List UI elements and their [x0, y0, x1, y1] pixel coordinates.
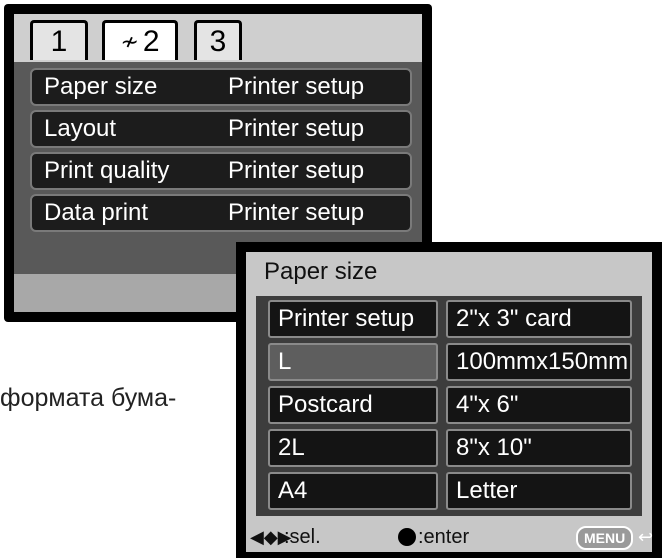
enter-button-icon [398, 528, 416, 546]
menu-row-print-quality[interactable]: Print quality Printer setup [30, 152, 412, 190]
menu-row-value: Printer setup [228, 73, 365, 100]
menu-button[interactable]: MENU [576, 526, 634, 550]
menu-row-value: Printer setup [228, 157, 365, 184]
paper-size-grid: Printer setup L Postcard 2L A4 2"x 3" ca… [256, 296, 642, 516]
tab-1[interactable]: 1 [30, 20, 88, 60]
option-4x6[interactable]: 4"x 6" [446, 386, 632, 424]
paper-size-panel: Paper size Printer setup L Postcard 2L A… [246, 252, 654, 552]
enter-hint: :enter [418, 526, 470, 548]
menu-row-label: Layout [44, 115, 117, 142]
menu-row-label: Data print [44, 199, 149, 226]
caption-text: формата бума- [0, 384, 177, 412]
tab-1-label: 1 [50, 25, 68, 58]
menu-row-value: Printer setup [228, 115, 365, 142]
option-printer-setup[interactable]: Printer setup [268, 300, 438, 338]
option-letter[interactable]: Letter [446, 472, 632, 510]
menu-row-paper-size[interactable]: Paper size Printer setup [30, 68, 412, 106]
option-100x150mm[interactable]: 100mmx150mm [446, 343, 632, 381]
tab-2[interactable]: ≁ 2 [102, 20, 178, 60]
menu-row-value: Printer setup [228, 199, 365, 226]
menu-row-data-print[interactable]: Data print Printer setup [30, 194, 412, 232]
select-hint: :sel. [284, 526, 321, 548]
print-icon: ≁ [120, 29, 139, 54]
option-postcard[interactable]: Postcard [268, 386, 438, 424]
tab-bar: 1 ≁ 2 3 [14, 14, 422, 62]
option-2x3-card[interactable]: 2"x 3" card [446, 300, 632, 338]
menu-row-label: Print quality [44, 157, 170, 184]
page-title: Paper size [264, 258, 378, 285]
paper-size-footer: ◀◆▶ :sel. :enter MENU ↩ [246, 522, 654, 552]
paper-size-screen: Paper size Printer setup L Postcard 2L A… [236, 242, 662, 558]
option-2l[interactable]: 2L [268, 429, 438, 467]
option-8x10[interactable]: 8"x 10" [446, 429, 632, 467]
option-l[interactable]: L [268, 343, 438, 381]
tab-3-label: 3 [209, 25, 227, 58]
back-arrow-icon: ↩ [638, 527, 654, 547]
menu-row-layout[interactable]: Layout Printer setup [30, 110, 412, 148]
option-a4[interactable]: A4 [268, 472, 438, 510]
menu-row-label: Paper size [44, 73, 158, 100]
tab-2-label: 2 [142, 25, 160, 58]
tab-3[interactable]: 3 [194, 20, 242, 60]
